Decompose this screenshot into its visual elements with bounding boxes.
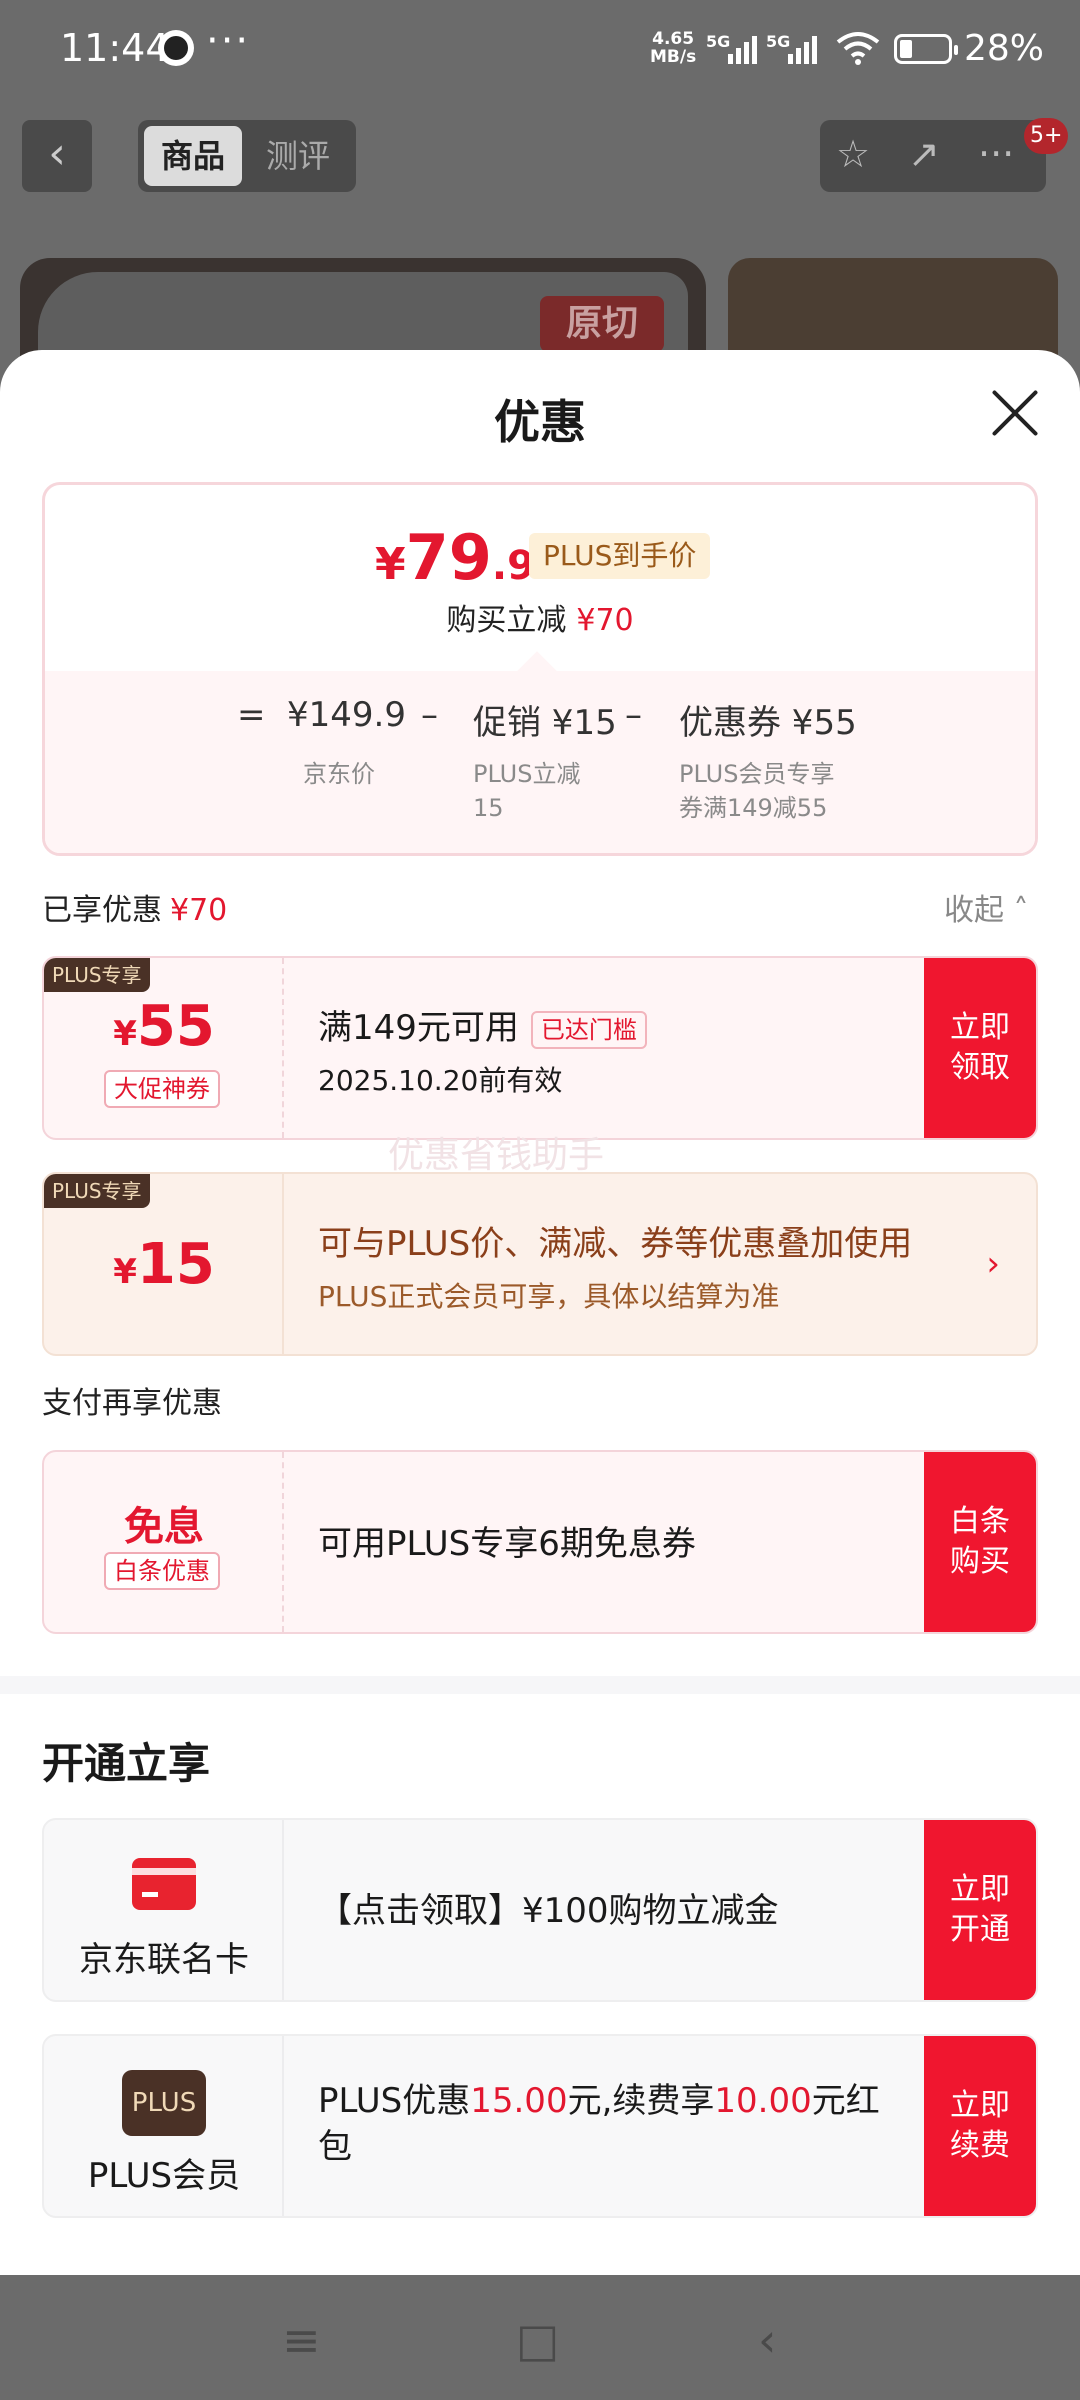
open-card-button[interactable]: 立即 开通 [924, 1820, 1036, 2000]
signal-2-icon [788, 34, 817, 64]
wifi-icon [836, 32, 880, 65]
plus-exclusive-tag: PLUS专享 [44, 1174, 150, 1208]
interest-free-text: 可用PLUS专享6期免息券 [318, 1524, 696, 1564]
clock-app-icon [158, 30, 194, 66]
renew-button[interactable]: 立即 续费 [924, 2036, 1036, 2216]
share-icon[interactable]: ↗ [908, 132, 940, 176]
message-badge: 5+ [1024, 118, 1069, 154]
plus-membership-card: PLUS PLUS会员 PLUS优惠15.00元,续费享10.00元红包 立即 … [42, 2034, 1038, 2218]
baitiao-tag: 白条优惠 [104, 1552, 220, 1590]
coupon-label: PLUS会员专享 券满149减55 [679, 760, 835, 822]
nav-back-icon[interactable]: ‹ [758, 2313, 776, 2367]
coupon-expiry: 2025.10.20前有效 [318, 1064, 563, 1097]
battery-icon [894, 34, 958, 64]
signal-1-label: 5G [706, 32, 731, 51]
coupon-condition: 满149元可用 [318, 1008, 519, 1048]
discount-sheet: 优惠 ¥79.9 PLUS到手价 购买立减 ¥70 = ¥149.9 – 促销 ¥… [0, 350, 1080, 2275]
more-menu-icon[interactable]: ··· [978, 132, 1014, 176]
promo-amount: 促销 ¥15 [473, 703, 617, 743]
plus-member-name: PLUS会员 [87, 2156, 241, 2196]
interest-free-title: 免息 [124, 1504, 204, 1550]
recent-apps-icon[interactable]: ≡ [282, 2313, 321, 2367]
top-tabs: 商品 测评 [138, 120, 356, 192]
coupon-card-55: PLUS专享 ¥55 大促神券 满149元可用 已达门槛 2025.10.20前有… [42, 956, 1038, 1140]
plus-renew-offer: PLUS优惠15.00元,续费享10.00元红包 [318, 2081, 880, 2167]
system-navbar: ≡ □ ‹ [0, 2275, 1080, 2400]
discount-value: ¥15 [113, 1232, 215, 1297]
signal-1-icon [728, 34, 757, 64]
section-divider [0, 1676, 1080, 1694]
final-price: ¥79.9 [375, 521, 535, 594]
chevron-right-icon: › [986, 1244, 1000, 1284]
collapse-button[interactable]: 收起 ˄ [944, 885, 1029, 929]
jd-price: ¥149.9 [287, 695, 406, 735]
threshold-reached-tag: 已达门槛 [530, 1010, 647, 1049]
credit-card-icon [132, 1858, 196, 1910]
network-speed: 4.65 MB/s [650, 29, 697, 67]
close-icon[interactable] [990, 388, 1040, 438]
header-actions: ☆ ↗ ··· [820, 120, 1046, 192]
jd-card-name: 京东联名卡 [79, 1940, 249, 1980]
plus-logo-icon: PLUS [122, 2070, 206, 2136]
reduce-line: 购买立减 ¥70 [446, 603, 634, 638]
coupon-value: ¥55 [113, 994, 215, 1059]
battery-percent: 28% [964, 28, 1045, 69]
interest-free-card: 免息 白条优惠 可用PLUS专享6期免息券 白条 购买 [42, 1450, 1038, 1634]
sheet-title: 优惠 [494, 395, 586, 449]
plus-discount-card-15[interactable]: PLUS专享 ¥15 可与PLUS价、满减、券等优惠叠加使用 PLUS正式会员可… [42, 1172, 1038, 1356]
coupon-amount: 优惠券 ¥55 [679, 703, 857, 743]
coupon-type-tag: 大促神券 [104, 1070, 220, 1108]
discount-description: 可与PLUS价、满减、券等优惠叠加使用 [318, 1224, 913, 1264]
equals-sign: = [237, 695, 266, 735]
watermark-text: 优惠省钱助手 [388, 1135, 605, 1176]
minus-sign: – [421, 695, 438, 735]
pay-discount-label: 支付再享优惠 [42, 1386, 222, 1421]
coupon-details: 满149元可用 已达门槛 2025.10.20前有效 [318, 1000, 647, 1099]
product-stamp: 原切 [540, 296, 664, 352]
discount-note: PLUS正式会员可享，具体以结算为准 [318, 1280, 780, 1313]
discount-details: 可与PLUS价、满减、券等优惠叠加使用 PLUS正式会员可享，具体以结算为准 [318, 1216, 912, 1315]
status-more-icon: ··· [206, 18, 251, 64]
baitiao-buy-button[interactable]: 白条 购买 [924, 1452, 1036, 1632]
jd-cobrand-card: 京东联名卡 【点击领取】¥100购物立减金 立即 开通 [42, 1818, 1038, 2002]
minus-sign-2: – [625, 695, 642, 735]
tab-goods[interactable]: 商品 [144, 126, 242, 186]
plus-exclusive-tag: PLUS专享 [44, 958, 150, 992]
tab-review[interactable]: 测评 [248, 126, 348, 186]
signal-2-label: 5G [766, 32, 791, 51]
enjoyed-discount-label: 已享优惠 ¥70 [42, 893, 228, 928]
favorite-star-icon[interactable]: ☆ [836, 132, 870, 176]
status-bar: 11:44 ··· 4.65 MB/s 5G 5G 28% [0, 0, 1080, 100]
jd-card-offer: 【点击领取】¥100购物立减金 [318, 1891, 779, 1931]
home-icon[interactable]: □ [516, 2313, 559, 2367]
open-section-title: 开通立享 [42, 1739, 211, 1788]
back-icon: ‹ [48, 128, 66, 179]
claim-coupon-button[interactable]: 立即 领取 [924, 958, 1036, 1138]
promo-label: PLUS立减 15 [473, 760, 581, 822]
jd-price-label: 京东价 [303, 760, 375, 788]
back-button[interactable]: ‹ [22, 120, 92, 192]
status-time: 11:44 [60, 26, 170, 70]
price-summary-card: ¥79.9 PLUS到手价 购买立减 ¥70 = ¥149.9 – 促销 ¥15 … [42, 482, 1038, 856]
plus-price-label: PLUS到手价 [529, 533, 711, 579]
